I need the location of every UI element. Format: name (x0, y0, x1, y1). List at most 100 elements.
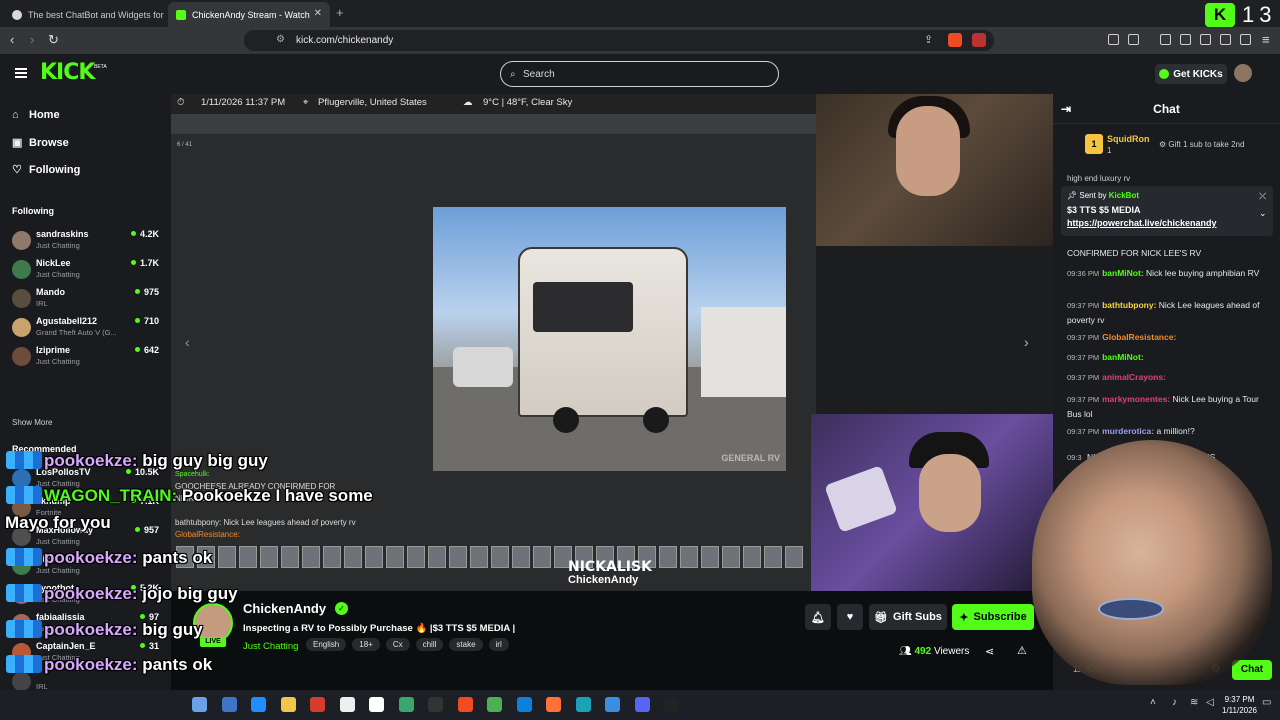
sidebar-channel[interactable]: sandraskins Just Chatting 4.2K (12, 228, 162, 254)
brave-rewards-icon[interactable] (972, 33, 986, 47)
user-avatar[interactable] (1234, 64, 1252, 82)
site-info-icon[interactable]: ⚙ (276, 34, 285, 45)
clock-app-icon[interactable] (339, 697, 355, 712)
get-kicks-button[interactable]: Get KICKs (1155, 64, 1227, 84)
capcut-icon[interactable] (369, 697, 384, 712)
share-icon[interactable]: ⇪ (924, 33, 933, 46)
show-more-link[interactable]: Show More (12, 418, 52, 427)
sidebar-channel[interactable]: Agustabell212 Grand Theft Auto V (G... 710 (12, 315, 162, 341)
search-input[interactable]: ⌕ Search (500, 61, 779, 87)
pinned-link[interactable]: https://powerchat.live/chickenandy (1067, 218, 1217, 228)
app-icon[interactable] (251, 697, 266, 712)
nav-following[interactable]: ♡ Following (12, 163, 80, 176)
message-user[interactable]: banMiNot: (1102, 268, 1144, 278)
hamburger-menu-icon[interactable] (15, 68, 27, 78)
capture-icon[interactable] (1128, 34, 1139, 45)
volume-icon[interactable]: ◁ (1206, 697, 1214, 708)
app-icon[interactable] (664, 697, 679, 712)
edge-icon[interactable] (516, 697, 532, 712)
message-user[interactable]: markymonentes: (1102, 394, 1170, 404)
forward-icon[interactable]: › (30, 32, 34, 47)
explorer-icon[interactable] (280, 697, 296, 712)
message-user[interactable]: bathtubpony: (1102, 300, 1156, 310)
kick-logo[interactable]: KICK (40, 60, 95, 85)
sidebar-channel[interactable]: NickLee Just Chatting 1.7K (12, 257, 162, 283)
video-player[interactable]: ⏱ 1/11/2026 11:37 PM ⌖ Pflugerville, Uni… (171, 94, 1053, 591)
report-icon[interactable]: ⚠ (1017, 644, 1027, 657)
chevron-down-icon[interactable]: ⌄ (1259, 208, 1267, 219)
stream-tag[interactable]: stake (449, 638, 483, 651)
site-header: KICK BETA ⌕ Search Get KICKs (0, 54, 1280, 94)
pinned-message[interactable]: 📌︎ Sent by KickBot $3 TTS $5 MEDIA https… (1061, 186, 1273, 236)
message-user[interactable]: GlobalResistance: (1102, 332, 1176, 342)
message-user[interactable]: animalCrayons: (1102, 372, 1166, 382)
nav-browse[interactable]: ▣ Browse (12, 136, 69, 149)
sidebar-toggle-icon[interactable] (1180, 34, 1191, 45)
taskbar-clock[interactable]: 9:37 PM 1/11/2026 (1222, 694, 1257, 716)
brave-icon[interactable] (457, 697, 473, 712)
stream-tag[interactable]: English (306, 638, 347, 651)
mic-icon[interactable]: ♪ (1172, 697, 1177, 708)
subscribe-button[interactable]: ✦ Subscribe (952, 604, 1034, 630)
stream-tag[interactable]: 18+ (352, 638, 380, 651)
channel-avatar (12, 498, 31, 517)
address-bar[interactable]: ⚙ kick.com/chickenandy ⇪ (244, 30, 994, 51)
music-icon[interactable] (1160, 34, 1171, 45)
stream-tag[interactable]: Cx (385, 638, 410, 651)
share-icon[interactable]: ⋖ (985, 645, 994, 658)
reload-icon[interactable]: ↻ (48, 32, 59, 48)
stream-tag[interactable]: irl (488, 638, 509, 651)
unpin-icon[interactable]: ⤫ (1259, 191, 1266, 202)
browser-tab-chatbot[interactable]: The best ChatBot and Widgets for Ki (4, 2, 164, 27)
wallet-icon[interactable] (1200, 34, 1211, 45)
app-icon[interactable] (575, 697, 591, 712)
sidebar-channel[interactable]: Iziprime Just Chatting 642 (12, 344, 162, 370)
message-user[interactable]: banMiNot: (1102, 352, 1144, 362)
sidebar-channel[interactable]: MaxHolloway Just Chatting 957 (12, 524, 162, 550)
menu-icon[interactable]: ≡ (1262, 32, 1270, 47)
gift-prompt[interactable]: ⚙ Gift 1 sub to take 2nd (1159, 140, 1244, 149)
leo-icon[interactable] (1220, 34, 1231, 45)
firefox-icon[interactable] (546, 697, 561, 712)
stream-tag[interactable]: chill (415, 638, 444, 651)
sidebar-channel[interactable]: NickLee Just Chatting (12, 553, 162, 579)
brave-shield-icon[interactable] (948, 33, 962, 47)
settings-icon[interactable] (192, 697, 207, 712)
news-icon[interactable] (310, 697, 325, 712)
follow-button[interactable]: ♥ (837, 604, 863, 630)
channel-viewers: 1.7K (131, 258, 159, 268)
message-time: 09:37 PM (1067, 301, 1100, 310)
chrome-icon[interactable] (398, 697, 414, 712)
vscode-icon[interactable] (605, 697, 620, 712)
guest-webcam (811, 414, 1053, 591)
tray-chevron-icon[interactable]: ˄ (1150, 697, 1156, 708)
notification-bell-button[interactable]: 🔔︎ (805, 604, 831, 630)
wifi-icon[interactable]: ≋ (1190, 697, 1198, 708)
nav-home[interactable]: ⌂ Home (12, 109, 60, 121)
sidebar-channel[interactable]: kyootbot Just Chatting 5.2K (12, 582, 162, 608)
sidebar-channel[interactable]: LosPollosTV Just Chatting 10.5K (12, 466, 162, 492)
taskview-icon[interactable] (221, 697, 237, 712)
send-chat-button[interactable]: Chat (1232, 660, 1272, 680)
stream-category[interactable]: Just Chatting (243, 641, 298, 652)
obs-icon[interactable] (428, 697, 443, 712)
browser-tab-chickenandy[interactable]: ChickenAndy Stream - Watch ✕ (168, 2, 330, 27)
extension-icon[interactable] (1108, 34, 1119, 45)
discord-icon[interactable] (634, 697, 650, 712)
vpn-icon[interactable] (1240, 34, 1251, 45)
sidebar-channel[interactable]: fabiaalissia Just Chatting 97 (12, 611, 162, 637)
gift-subs-button[interactable]: 🎁︎ Gift Subs (869, 604, 947, 630)
message-user[interactable]: murderotica: (1102, 426, 1154, 436)
screen-chat-overlay: Spacehulk: GOOCHEESE ALREADY CONFIRMED F… (175, 469, 615, 541)
close-tab-icon[interactable]: ✕ (314, 8, 322, 19)
back-icon[interactable]: ‹ (10, 32, 14, 47)
collapse-chat-icon[interactable]: ⇥ (1061, 94, 1071, 124)
sidebar-channel[interactable]: ekhump Fortnite 7.1K (12, 495, 162, 521)
streamer-name[interactable]: ChickenAndy (243, 601, 326, 616)
sidebar-channel[interactable]: Mando IRL 975 (12, 286, 162, 312)
notification-icon[interactable]: ▭ (1262, 697, 1271, 708)
clock-date: 1/11/2026 (1222, 706, 1257, 715)
chrome-icon[interactable] (487, 697, 502, 712)
sidebar-channel[interactable]: CaptainJen_E Just Chatting 31 (12, 640, 162, 666)
new-tab-icon[interactable]: + (336, 5, 344, 20)
